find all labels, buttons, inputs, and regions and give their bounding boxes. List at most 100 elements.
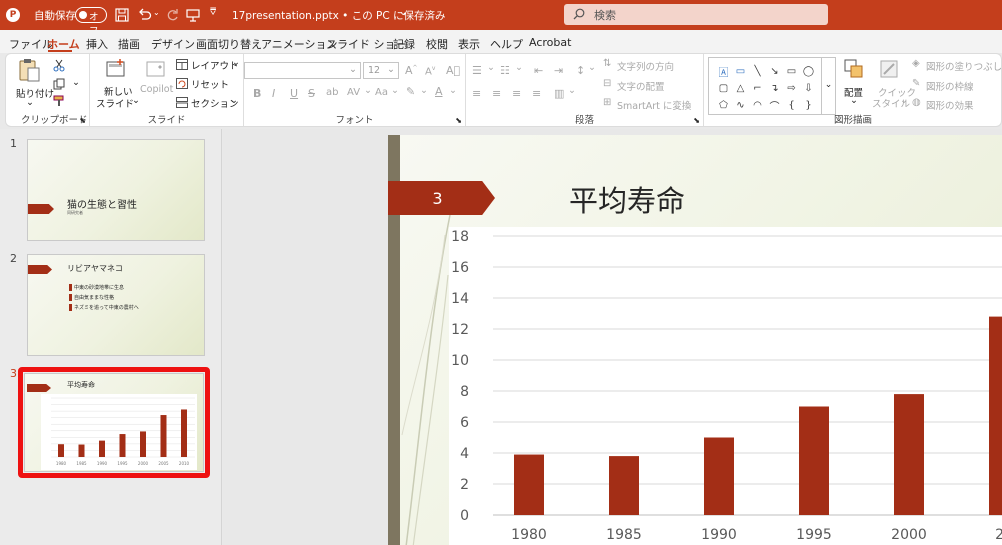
save-icon[interactable]	[115, 8, 129, 22]
title-dropdown-icon[interactable]: ⌄	[399, 7, 407, 18]
redo-icon[interactable]	[165, 8, 179, 22]
align-text-button[interactable]: ⊟ 文字の配置	[603, 78, 703, 93]
font-size-dropdown[interactable]: 12 ⌄	[363, 62, 399, 79]
copy-dropdown-icon[interactable]: ⌄	[72, 77, 80, 88]
arrow-line-shape-icon[interactable]: ↘	[766, 63, 783, 80]
bar[interactable]	[704, 437, 734, 516]
highlight-dropdown-icon[interactable]: ⌄	[420, 85, 428, 96]
bullets-icon[interactable]: ☰	[472, 64, 482, 77]
bullets-dropdown-icon[interactable]: ⌄	[487, 62, 495, 73]
right-brace-shape-icon[interactable]: }	[800, 97, 817, 114]
align-center-icon[interactable]: ≡	[492, 87, 501, 100]
numbering-dropdown-icon[interactable]: ⌄	[515, 62, 523, 73]
line-spacing-dropdown-icon[interactable]: ⌄	[588, 62, 596, 73]
quick-styles-button[interactable]: クイック スタイル ⌄	[872, 57, 916, 110]
clipboard-launcher-icon[interactable]: ⬊	[79, 116, 86, 125]
triangle-shape-icon[interactable]: △	[732, 80, 749, 97]
char-spacing-dropdown-icon[interactable]: ⌄	[364, 85, 372, 96]
layout-button[interactable]: レイアウト ⌄	[176, 57, 240, 72]
thumbnail-slide-3[interactable]: 平均寿命 1980 1985 1990 1995 2000 2005 2010	[24, 373, 204, 472]
tab-acrobat[interactable]: Acrobat	[529, 36, 571, 49]
tab-view[interactable]: 表示	[458, 36, 480, 52]
align-right-icon[interactable]: ≡	[512, 87, 521, 100]
tab-draw[interactable]: 描画	[118, 36, 140, 52]
chart-frame[interactable]: 0 2 4 6 8 10 12 14 16 18 1980 1985 1990 1995 2000 20	[449, 227, 1002, 545]
copilot-button[interactable]: Copilot	[138, 57, 174, 97]
thumbnail-slide-2[interactable]: リビアヤマネコ 中東の砂漠地帯に生息 自由気ままな性格 ネズミを追って中東の農村…	[27, 254, 205, 356]
tab-review[interactable]: 校閲	[426, 36, 448, 52]
arc-shape-icon[interactable]: ◠	[749, 97, 766, 114]
tab-help[interactable]: ヘルプ	[490, 36, 523, 52]
clear-formatting-icon[interactable]: A⃠	[446, 64, 460, 77]
vertical-textbox-shape-icon[interactable]: ▭	[732, 63, 749, 80]
shapes-gallery-more[interactable]: ⌄	[821, 58, 835, 114]
left-brace-shape-icon[interactable]: {	[783, 97, 800, 114]
rectangle-shape-icon[interactable]: ▭	[783, 63, 800, 80]
arrange-button[interactable]: 配置 ⌄	[840, 57, 868, 109]
tab-transitions[interactable]: 画面切り替え	[196, 36, 262, 52]
line-shape-icon[interactable]: ╲	[749, 63, 766, 80]
align-left-icon[interactable]: ≡	[472, 87, 481, 100]
scribble-shape-icon[interactable]: ∿	[732, 97, 749, 114]
columns-icon[interactable]: ▥	[554, 87, 564, 100]
char-spacing-button[interactable]: AV	[347, 87, 360, 98]
shadow-button[interactable]: ab	[326, 87, 338, 98]
tab-insert[interactable]: 挿入	[86, 36, 108, 52]
block-arrow-shape-icon[interactable]: ⇨	[783, 80, 800, 97]
search-box[interactable]: 検索	[564, 4, 828, 25]
strikethrough-button[interactable]: S	[308, 87, 315, 100]
slide-title[interactable]: 平均寿命	[569, 178, 685, 220]
undo-dropdown-icon[interactable]: ⌄	[153, 8, 160, 17]
font-color-dropdown-icon[interactable]: ⌄	[449, 85, 457, 96]
bold-button[interactable]: B	[253, 87, 261, 100]
new-slide-button[interactable]: 新しい スライド ⌄	[96, 57, 140, 110]
tab-record[interactable]: 記録	[393, 36, 415, 52]
justify-icon[interactable]: ≡	[532, 87, 541, 100]
oval-shape-icon[interactable]: ◯	[800, 63, 817, 80]
highlight-icon[interactable]: ✎	[406, 85, 415, 98]
present-from-start-icon[interactable]	[186, 8, 200, 22]
customize-qat-icon[interactable]: ⩢	[210, 7, 216, 18]
bar[interactable]	[894, 394, 924, 515]
bar[interactable]	[609, 456, 639, 515]
shape-effects-button[interactable]: ◍ 図形の効果	[912, 97, 1001, 112]
text-direction-button[interactable]: ⇅ 文字列の方向	[603, 58, 703, 73]
cut-icon[interactable]	[53, 59, 65, 72]
paragraph-launcher-icon[interactable]: ⬊	[693, 116, 700, 125]
shape-fill-button[interactable]: ◈ 図形の塗りつぶし	[912, 58, 1001, 73]
font-color-icon[interactable]: A	[435, 85, 443, 98]
decrease-indent-icon[interactable]: ⇤	[534, 64, 543, 77]
line-spacing-icon[interactable]: ↕	[576, 64, 585, 77]
bar[interactable]	[514, 454, 544, 515]
autosave-toggle[interactable]: オフ	[75, 7, 107, 37]
bar[interactable]	[799, 406, 829, 516]
thumbnail-slide-1[interactable]: 猫の生態と習性 同研究者	[27, 139, 205, 241]
change-case-dropdown-icon[interactable]: ⌄	[391, 85, 399, 96]
increase-indent-icon[interactable]: ⇥	[554, 64, 563, 77]
format-painter-icon[interactable]	[53, 95, 65, 107]
paste-button[interactable]: 貼り付け ⌄	[12, 58, 54, 108]
reset-button[interactable]: リセット	[176, 77, 238, 91]
font-name-dropdown[interactable]: ⌄	[244, 62, 361, 79]
font-launcher-icon[interactable]: ⬊	[455, 116, 462, 125]
freeform-shape-icon[interactable]: ⬠	[715, 97, 732, 114]
down-arrow-shape-icon[interactable]: ⇩	[800, 80, 817, 97]
bar[interactable]	[989, 316, 1002, 515]
elbow-connector-shape-icon[interactable]: ⌐	[749, 80, 766, 97]
textbox-shape-icon[interactable]: 🄰	[715, 63, 732, 80]
rounded-rect-shape-icon[interactable]: ▢	[715, 80, 732, 97]
change-case-button[interactable]: Aa	[375, 87, 388, 98]
decrease-font-icon[interactable]: Av	[425, 65, 435, 77]
italic-button[interactable]: I	[272, 87, 275, 100]
shapes-gallery[interactable]: 🄰 ▭ ╲ ↘ ▭ ◯ ▢ △ ⌐ ↴ ⇨ ⇩ ⬠ ∿ ◠ ⌒{} ⌄	[708, 57, 836, 115]
section-button[interactable]: セクション ⌄	[176, 95, 239, 110]
numbering-icon[interactable]: ☷	[500, 64, 510, 77]
curve-shape-icon[interactable]: ⌒	[766, 97, 783, 114]
undo-icon[interactable]	[138, 8, 152, 22]
current-slide[interactable]: 3 平均寿命 0 2 4 6 8 10 12 14 16 18 1980 1985 1990 1995 20…	[388, 135, 1002, 545]
underline-button[interactable]: U	[290, 87, 298, 100]
columns-dropdown-icon[interactable]: ⌄	[568, 85, 576, 96]
shape-outline-button[interactable]: ✎ 図形の枠線	[912, 78, 1001, 93]
tab-design[interactable]: デザイン	[151, 36, 195, 52]
elbow-arrow-shape-icon[interactable]: ↴	[766, 80, 783, 97]
